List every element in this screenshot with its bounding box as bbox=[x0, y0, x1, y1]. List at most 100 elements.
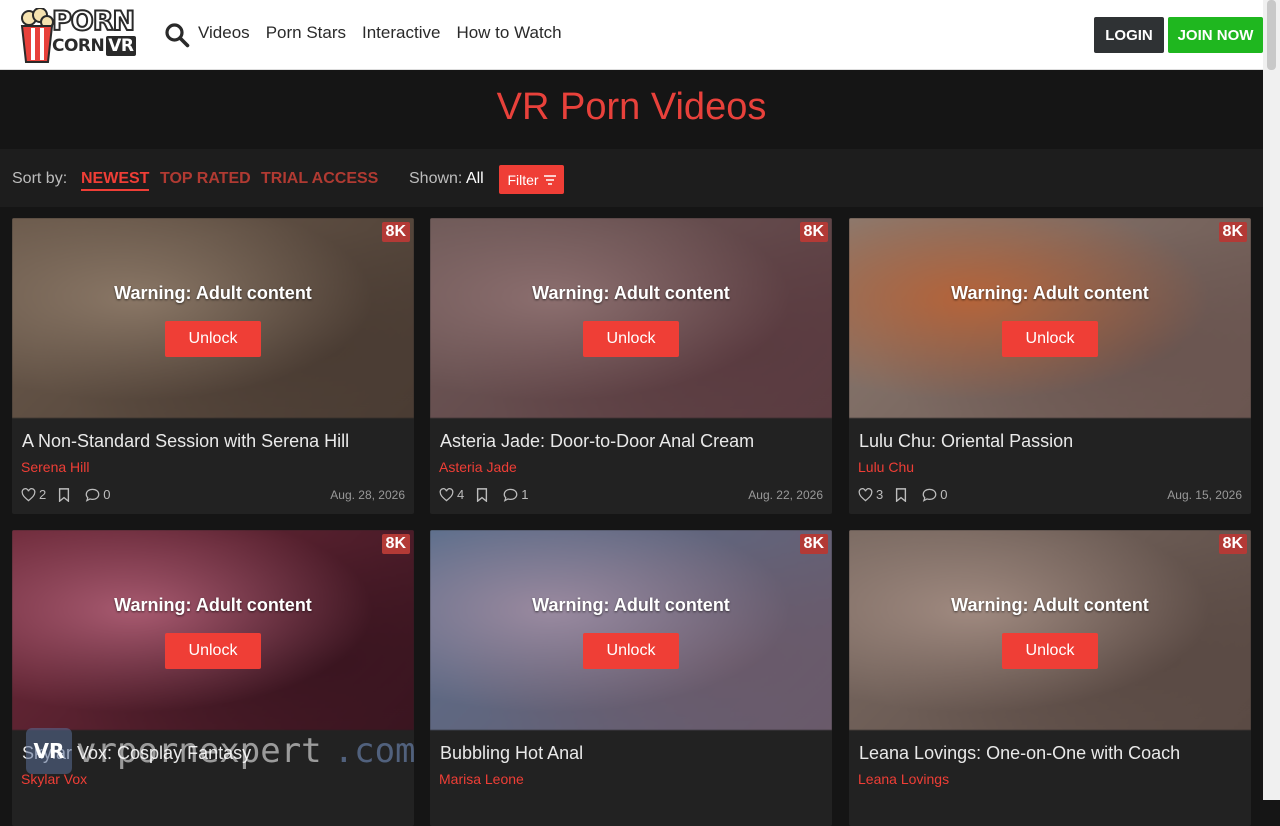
unlock-button[interactable]: Unlock bbox=[583, 321, 679, 357]
comment-count: 0 bbox=[103, 487, 111, 502]
unlock-button[interactable]: Unlock bbox=[165, 321, 261, 357]
heart-icon bbox=[439, 487, 454, 501]
heart-icon bbox=[21, 487, 36, 501]
bookmark-group[interactable] bbox=[476, 487, 491, 502]
video-card[interactable]: 8K Warning: Adult content Unlock Lulu Ch… bbox=[849, 218, 1251, 514]
page-title: VR Porn Videos bbox=[496, 86, 767, 128]
video-card[interactable]: 8K Warning: Adult content Unlock Leana L… bbox=[849, 530, 1251, 826]
resolution-badge: 8K bbox=[1218, 222, 1247, 242]
unlock-button[interactable]: Unlock bbox=[1002, 321, 1098, 357]
logo-text-vr: VR bbox=[106, 36, 136, 56]
shown-label: Shown: bbox=[409, 170, 463, 187]
resolution-badge: 8K bbox=[799, 534, 828, 554]
heart-icon bbox=[858, 487, 873, 501]
video-title[interactable]: A Non-Standard Session with Serena Hill bbox=[22, 431, 349, 452]
like-count: 3 bbox=[876, 487, 884, 502]
resolution-badge: 8K bbox=[381, 534, 410, 554]
video-pornstar-link[interactable]: Serena Hill bbox=[21, 459, 89, 475]
video-card[interactable]: 8K Warning: Adult content Unlock Skylar … bbox=[12, 530, 414, 826]
comment-icon bbox=[922, 488, 937, 502]
nav-porn-stars[interactable]: Porn Stars bbox=[266, 23, 346, 43]
filter-label: Filter bbox=[507, 171, 539, 188]
video-card[interactable]: 8K Warning: Adult content Unlock A Non-S… bbox=[12, 218, 414, 514]
video-date: Aug. 22, 2026 bbox=[748, 488, 823, 502]
logo-text-corn: CORN bbox=[52, 36, 105, 56]
main-nav: Videos Porn Stars Interactive How to Wat… bbox=[198, 23, 578, 43]
scrollbar-thumb[interactable] bbox=[1267, 0, 1276, 70]
shown-filter-status: Shown: All bbox=[409, 170, 484, 188]
bookmark-icon bbox=[59, 487, 70, 502]
like-group[interactable]: 2 bbox=[21, 487, 46, 502]
resolution-badge: 8K bbox=[799, 222, 828, 242]
comment-group[interactable]: 1 bbox=[503, 487, 528, 502]
like-group[interactable]: 3 bbox=[858, 487, 883, 502]
comment-icon bbox=[85, 488, 100, 502]
video-stats: 3 0 bbox=[858, 487, 959, 502]
comment-count: 0 bbox=[940, 487, 948, 502]
adult-content-warning: Warning: Adult content bbox=[951, 595, 1149, 615]
adult-content-warning: Warning: Adult content bbox=[951, 283, 1149, 303]
video-pornstar-link[interactable]: Skylar Vox bbox=[21, 771, 87, 787]
adult-content-warning: Warning: Adult content bbox=[114, 283, 312, 303]
sort-trial-access[interactable]: TRIAL ACCESS bbox=[261, 170, 378, 188]
video-stats: 2 0 bbox=[21, 487, 122, 502]
video-date: Aug. 15, 2026 bbox=[1167, 488, 1242, 502]
adult-content-warning: Warning: Adult content bbox=[532, 595, 730, 615]
bookmark-icon bbox=[896, 487, 907, 502]
video-date: Aug. 28, 2026 bbox=[330, 488, 405, 502]
sort-bar: Sort by: NEWEST TOP RATED TRIAL ACCESS S… bbox=[0, 149, 1263, 207]
resolution-badge: 8K bbox=[381, 222, 410, 242]
search-icon[interactable] bbox=[164, 22, 190, 48]
sort-newest[interactable]: NEWEST bbox=[81, 170, 150, 191]
video-pornstar-link[interactable]: Marisa Leone bbox=[439, 771, 524, 787]
video-thumbnail[interactable] bbox=[430, 530, 832, 730]
page-scrollbar[interactable] bbox=[1263, 0, 1280, 800]
video-thumbnail[interactable] bbox=[430, 218, 832, 418]
video-title[interactable]: Lulu Chu: Oriental Passion bbox=[859, 431, 1073, 452]
video-thumbnail[interactable] bbox=[12, 530, 414, 730]
video-card[interactable]: 8K Warning: Adult content Unlock Asteria… bbox=[430, 218, 832, 514]
bookmark-icon bbox=[477, 487, 488, 502]
bookmark-group[interactable] bbox=[895, 487, 910, 502]
filter-icon bbox=[543, 174, 556, 185]
filter-button[interactable]: Filter bbox=[499, 165, 564, 194]
video-stats: 4 1 bbox=[439, 487, 540, 502]
video-title[interactable]: Leana Lovings: One-on-One with Coach bbox=[859, 743, 1180, 764]
comment-icon bbox=[503, 488, 518, 502]
video-title[interactable]: Asteria Jade: Door-to-Door Anal Cream bbox=[440, 431, 754, 452]
nav-how-to-watch[interactable]: How to Watch bbox=[456, 23, 561, 43]
popcorn-icon bbox=[20, 8, 54, 63]
top-navigation-bar: PORN CORN VR Videos Porn Stars Interactiv… bbox=[0, 0, 1263, 70]
comment-group[interactable]: 0 bbox=[922, 487, 947, 502]
unlock-button[interactable]: Unlock bbox=[1002, 633, 1098, 669]
unlock-button[interactable]: Unlock bbox=[165, 633, 261, 669]
nav-videos[interactable]: Videos bbox=[198, 23, 250, 43]
login-button[interactable]: LOGIN bbox=[1094, 17, 1164, 53]
comment-count: 1 bbox=[521, 487, 529, 502]
video-card[interactable]: 8K Warning: Adult content Unlock Bubblin… bbox=[430, 530, 832, 826]
adult-content-warning: Warning: Adult content bbox=[114, 595, 312, 615]
like-count: 2 bbox=[39, 487, 47, 502]
join-now-button[interactable]: JOIN NOW bbox=[1168, 17, 1263, 53]
logo-text-corn-vr: CORN VR bbox=[52, 36, 136, 56]
comment-group[interactable]: 0 bbox=[85, 487, 110, 502]
video-pornstar-link[interactable]: Asteria Jade bbox=[439, 459, 517, 475]
site-logo[interactable]: PORN CORN VR bbox=[20, 5, 140, 64]
video-thumbnail[interactable] bbox=[849, 530, 1251, 730]
video-title[interactable]: Skylar Vox: Cosplay Fantasy bbox=[22, 743, 251, 764]
sort-top-rated[interactable]: TOP RATED bbox=[160, 170, 251, 188]
like-count: 4 bbox=[457, 487, 465, 502]
like-group[interactable]: 4 bbox=[439, 487, 464, 502]
video-pornstar-link[interactable]: Leana Lovings bbox=[858, 771, 949, 787]
video-pornstar-link[interactable]: Lulu Chu bbox=[858, 459, 914, 475]
video-thumbnail[interactable] bbox=[849, 218, 1251, 418]
video-title[interactable]: Bubbling Hot Anal bbox=[440, 743, 583, 764]
adult-content-warning: Warning: Adult content bbox=[532, 283, 730, 303]
logo-text-porn: PORN bbox=[51, 5, 136, 38]
bookmark-group[interactable] bbox=[58, 487, 73, 502]
unlock-button[interactable]: Unlock bbox=[583, 633, 679, 669]
nav-interactive[interactable]: Interactive bbox=[362, 23, 440, 43]
video-thumbnail[interactable] bbox=[12, 218, 414, 418]
shown-value: All bbox=[465, 170, 484, 187]
resolution-badge: 8K bbox=[1218, 534, 1247, 554]
